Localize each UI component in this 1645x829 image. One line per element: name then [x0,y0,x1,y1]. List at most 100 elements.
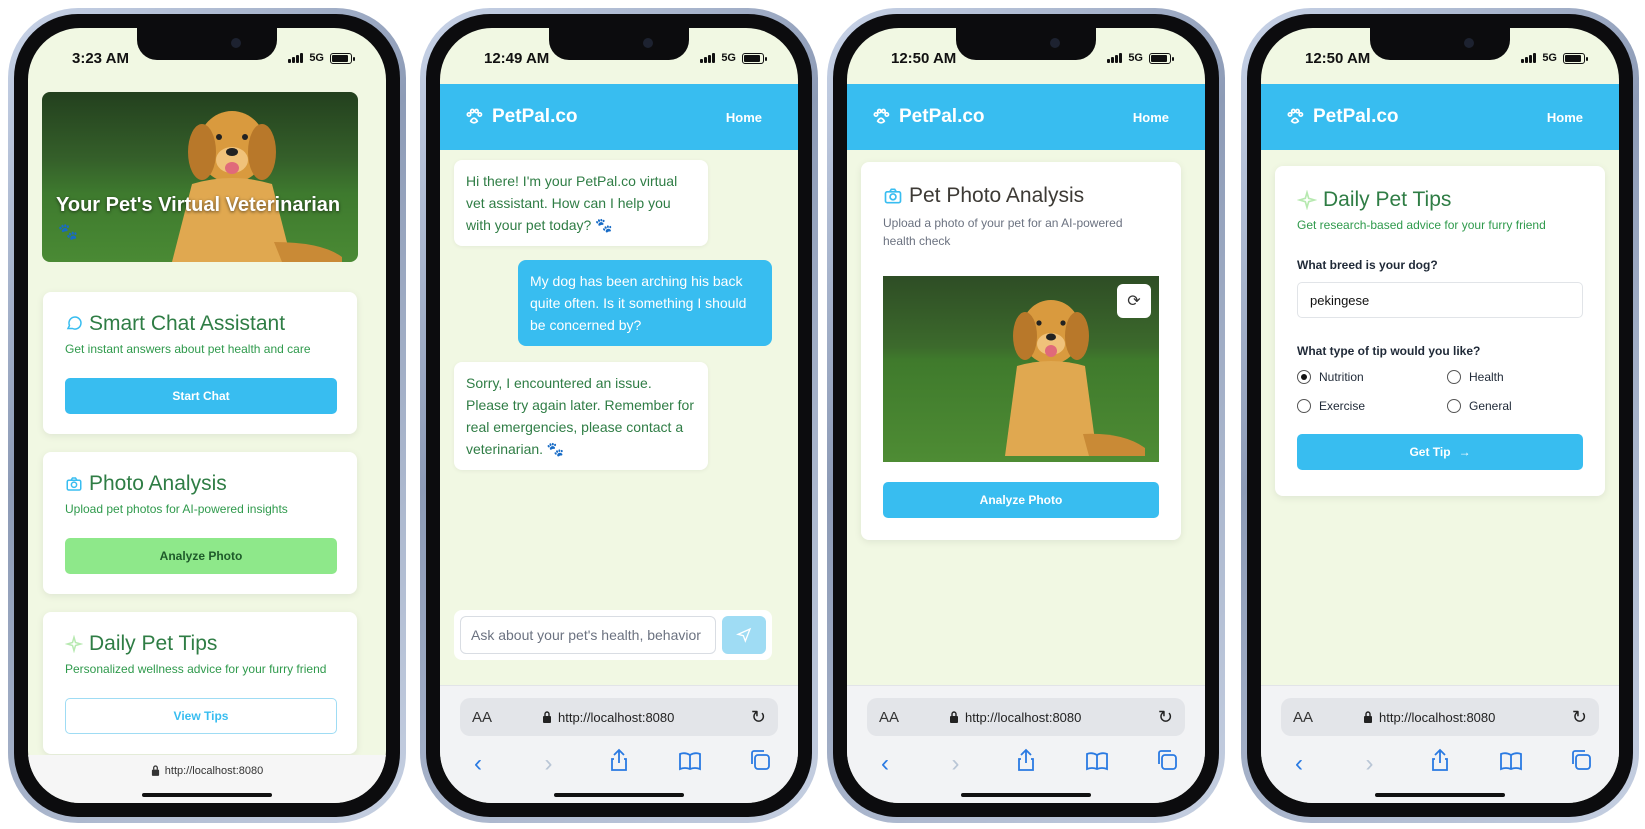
back-icon[interactable]: ‹ [458,750,498,778]
radio-button[interactable] [1447,399,1461,413]
radio-exercise[interactable]: Exercise [1297,399,1365,413]
start-chat-button[interactable]: Start Chat [65,378,337,414]
radio-health[interactable]: Health [1447,370,1504,384]
chat-message-bot: Sorry, I encountered an issue. Please tr… [454,362,708,470]
phone-photo: 12:50 AM 5G PetPal.co Home Pet Photo Ana… [827,8,1225,823]
reload-icon[interactable]: ↻ [1572,707,1587,728]
network-label: 5G [1128,52,1143,64]
network-label: 5G [309,52,324,64]
arrow-right-icon: → [1458,445,1471,459]
breed-input[interactable]: pekingese [1297,282,1583,318]
text-size-button[interactable]: AA [472,709,542,726]
radio-button-selected[interactable] [1297,370,1311,384]
screen-photo: 12:50 AM 5G PetPal.co Home Pet Photo Ana… [847,28,1205,803]
status-time: 12:50 AM [891,49,957,67]
brand-logo[interactable]: PetPal.co [464,106,578,128]
browser-nav-tools: ‹ › [458,748,780,779]
card-title: Pet Photo Analysis [909,184,1085,207]
signal-icon [1107,53,1123,63]
app-header: PetPal.co Home [1261,84,1619,150]
paw-icon [873,108,890,124]
nav-home-link[interactable]: Home [1547,110,1583,125]
home-indicator [142,793,272,797]
brand-name: PetPal.co [1313,106,1399,127]
lock-icon [950,711,958,723]
share-icon[interactable] [1420,748,1460,779]
photo-analysis-card: Pet Photo Analysis Upload a photo of you… [861,162,1181,540]
address-bar[interactable]: AA http://localhost:8080 ↻ [1281,698,1599,736]
feature-subtitle-photo: Upload pet photos for AI-powered insight… [65,502,288,516]
camera-icon [884,188,902,204]
bookmarks-icon[interactable] [670,750,710,778]
brand-logo[interactable]: PetPal.co [871,106,985,128]
safari-toolbar: AA http://localhost:8080 ↻ ‹ › [440,685,798,803]
address-bar[interactable]: AA http://localhost:8080 ↻ [867,698,1185,736]
url-text: http://localhost:8080 [965,709,1082,725]
feature-subtitle-chat: Get instant answers about pet health and… [65,342,311,356]
feature-subtitle-tips: Personalized wellness advice for your fu… [65,662,327,676]
analyze-photo-button[interactable]: Analyze Photo [883,482,1159,518]
screen-tips: 12:50 AM 5G PetPal.co Home Daily Pet Tip… [1261,28,1619,803]
feature-card-chat: Smart Chat Assistant Get instant answers… [43,292,357,434]
radio-label: Health [1469,370,1504,384]
chat-input[interactable]: Ask about your pet's health, behavior [460,616,716,654]
lock-icon [1364,711,1372,723]
status-time: 3:23 AM [72,49,129,67]
feature-card-photo: Photo Analysis Upload pet photos for AI-… [43,452,357,594]
text-size-button[interactable]: AA [879,709,949,726]
bookmarks-icon[interactable] [1077,750,1117,778]
uploaded-pet-photo: ⟳ [883,276,1159,462]
signal-icon [288,53,304,63]
radio-nutrition[interactable]: Nutrition [1297,370,1364,384]
feature-title-tips: Daily Pet Tips [89,632,218,655]
signal-icon [700,53,716,63]
analyze-photo-button[interactable]: Analyze Photo [65,538,337,574]
chat-message-user: My dog has been arching his back quite o… [518,260,772,346]
battery-icon [742,52,767,64]
bookmarks-icon[interactable] [1491,750,1531,778]
radio-general[interactable]: General [1447,399,1512,413]
radio-button[interactable] [1447,370,1461,384]
camera-icon [66,477,82,491]
radio-label: Exercise [1319,399,1366,413]
browser-nav-tools: ‹ › [865,748,1187,779]
reload-icon[interactable]: ↻ [751,707,766,728]
app-header: PetPal.co Home [847,84,1205,150]
get-tip-label: Get Tip [1409,445,1451,459]
share-icon[interactable] [599,748,639,779]
forward-icon[interactable]: › [1350,750,1390,778]
nav-home-link[interactable]: Home [726,110,762,125]
radio-label: Nutrition [1319,370,1364,384]
tabs-icon[interactable] [1561,749,1601,778]
forward-icon[interactable]: › [936,750,976,778]
battery-icon [330,52,355,64]
breed-label: What breed is your dog? [1297,258,1438,272]
send-button[interactable] [722,616,766,654]
phone-chat: 12:49 AM 5G PetPal.co Home Hi there! I'm… [420,8,818,823]
view-tips-button[interactable]: View Tips [65,698,337,734]
nav-home-link[interactable]: Home [1133,110,1169,125]
tabs-icon[interactable] [1147,749,1187,778]
home-indicator [1375,793,1505,797]
sparkle-icon [65,635,83,653]
text-size-button[interactable]: AA [1293,709,1363,726]
forward-icon[interactable]: › [529,750,569,778]
notch [1370,28,1510,60]
get-tip-button[interactable]: Get Tip → [1297,434,1583,470]
back-icon[interactable]: ‹ [1279,750,1319,778]
hero-banner: Your Pet's Virtual Veterinarian 🐾 [42,92,358,262]
url-text: http://localhost:8080 [1379,709,1496,725]
share-icon[interactable] [1006,748,1046,779]
signal-icon [1521,53,1537,63]
status-time: 12:49 AM [484,49,550,67]
address-bar[interactable]: AA http://localhost:8080 ↻ [460,698,778,736]
radio-button[interactable] [1297,399,1311,413]
back-icon[interactable]: ‹ [865,750,905,778]
replace-photo-button[interactable]: ⟳ [1117,284,1151,318]
brand-logo[interactable]: PetPal.co [1285,106,1399,128]
reload-icon[interactable]: ↻ [1158,707,1173,728]
tabs-icon[interactable] [740,749,780,778]
radio-label: General [1469,399,1512,413]
status-time: 12:50 AM [1305,49,1371,67]
feature-card-tips: Daily Pet Tips Personalized wellness adv… [43,612,357,754]
